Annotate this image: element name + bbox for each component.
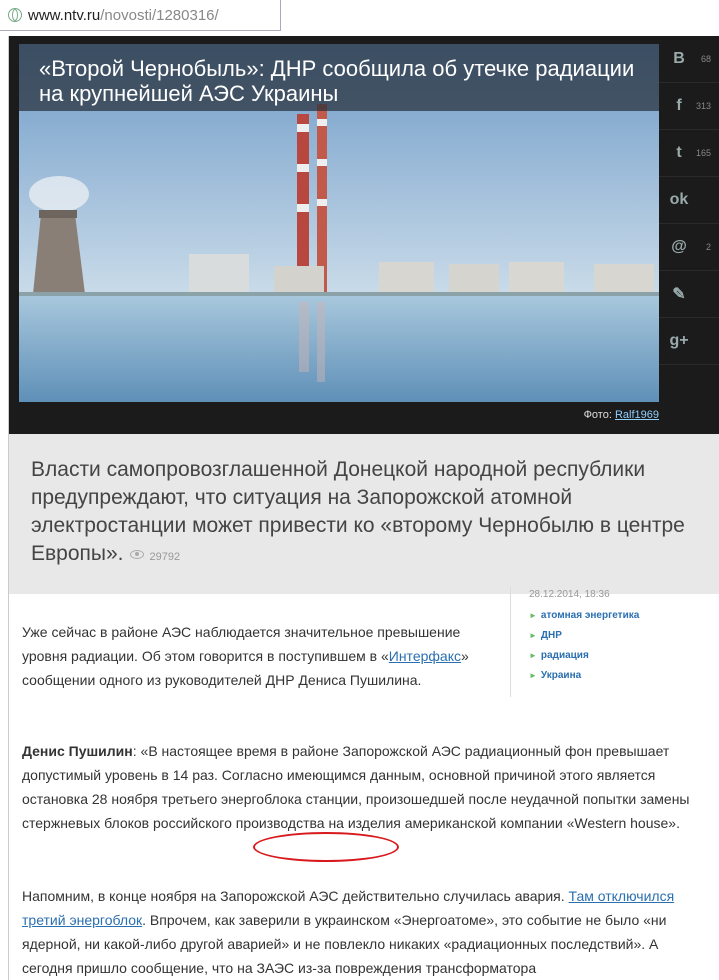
photo-credit: Фото: Ralf1969: [584, 409, 659, 421]
eye-icon: [129, 549, 144, 559]
arrow-right-icon: ►: [529, 631, 537, 640]
tag-label: ДНР: [540, 630, 562, 641]
tag-label: радиация: [540, 650, 589, 661]
publish-date: 28.12.2014, 18:36: [529, 589, 610, 600]
quote-author: Денис Пушилин: [22, 743, 133, 759]
share-count: 313: [695, 101, 711, 111]
vk-icon: B: [673, 50, 685, 67]
googleplus-icon: g+: [669, 332, 689, 349]
url-path: /novosti/1280316/: [100, 6, 219, 24]
tag-link[interactable]: ► атомная энергетика: [529, 606, 700, 626]
share-panel: B 68 f 313 t 165 ok @2 ✎ g+: [659, 36, 719, 365]
facebook-icon: f: [676, 97, 682, 114]
tag-label: Украина: [540, 670, 582, 681]
view-count: 29792: [149, 551, 181, 563]
paragraph-3: Напомним, в конце ноября на Запорожской …: [22, 884, 692, 980]
share-count: 165: [695, 148, 711, 158]
livejournal-icon: ✎: [672, 286, 686, 303]
address-bar[interactable]: www.ntv.ru/novosti/1280316/: [0, 0, 281, 31]
tag-label: атомная энергетика: [540, 610, 640, 621]
interfax-link[interactable]: Интерфакс: [389, 648, 461, 664]
tag-link[interactable]: ► радиация: [529, 646, 700, 666]
mail-icon: @: [671, 238, 687, 255]
share-facebook[interactable]: f 313: [659, 83, 719, 130]
p3-text-before: Напомним, в конце ноября на Запорожской …: [22, 888, 569, 904]
url-host: www.ntv.ru: [28, 6, 101, 24]
arrow-right-icon: ►: [529, 651, 537, 660]
tag-link[interactable]: ► Украина: [529, 666, 700, 686]
share-twitter[interactable]: t 165: [659, 130, 719, 177]
lead-text: Власти самопровозглашенной Донецкой наро…: [31, 458, 685, 565]
paragraph-2: Денис Пушилин: «В настоящее время в райо…: [22, 739, 692, 835]
share-vk[interactable]: B 68: [659, 36, 719, 83]
photo-credit-label: Фото:: [583, 409, 612, 421]
twitter-icon: t: [676, 144, 682, 161]
tag-link[interactable]: ► ДНР: [529, 626, 700, 646]
odnoklassniki-icon: ok: [669, 191, 689, 208]
photo-credit-link[interactable]: Ralf1969: [615, 409, 659, 421]
hero-section: «Второй Чернобыль»: ДНР сообщила об утеч…: [9, 36, 719, 434]
paragraph-1: Уже сейчас в районе АЭС наблюдается знач…: [22, 620, 492, 692]
share-odnoklassniki[interactable]: ok: [659, 177, 719, 224]
arrow-right-icon: ►: [529, 671, 537, 680]
share-livejournal[interactable]: ✎: [659, 271, 719, 318]
arrow-right-icon: ►: [529, 611, 537, 620]
share-googleplus[interactable]: g+: [659, 318, 719, 365]
annotation-oval: [253, 832, 399, 862]
share-count: 68: [700, 54, 711, 64]
share-count: 2: [705, 242, 711, 252]
article-headline: «Второй Чернобыль»: ДНР сообщила об утеч…: [19, 44, 659, 111]
article-meta: 28.12.2014, 18:36 ► атомная энергетика ► Д…: [510, 587, 700, 697]
article-lead: Власти самопровозглашенной Донецкой наро…: [9, 434, 719, 594]
share-mail[interactable]: @2: [659, 224, 719, 271]
globe-icon: [8, 8, 22, 22]
